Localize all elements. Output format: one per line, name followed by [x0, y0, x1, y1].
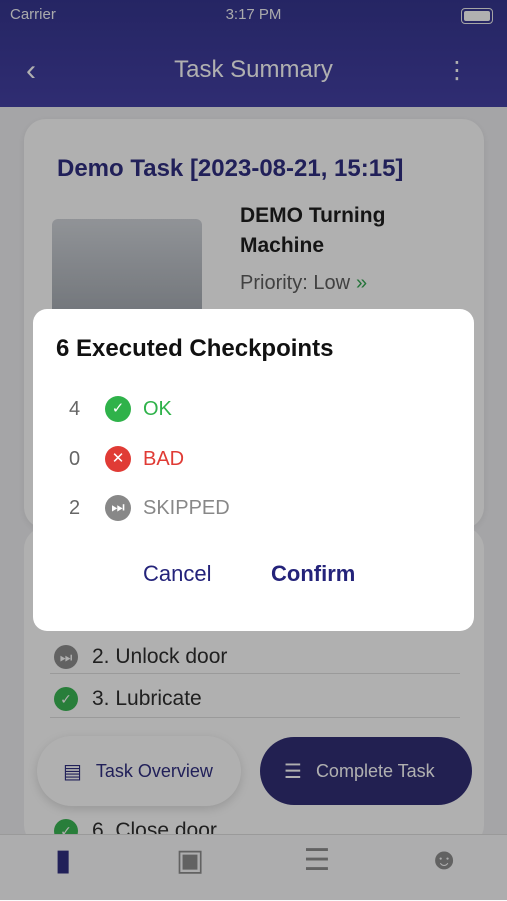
ok-label: OK [143, 397, 172, 420]
skip-icon: ⏭ [105, 495, 131, 521]
ok-count: 4 [69, 397, 81, 420]
ok-row: 4 ✓ OK [69, 396, 172, 422]
check-icon: ✓ [105, 396, 131, 422]
confirm-button[interactable]: Confirm [271, 561, 355, 587]
bad-label: BAD [143, 447, 185, 470]
cancel-button[interactable]: Cancel [143, 561, 211, 587]
bad-row: 0 ✕ BAD [69, 446, 184, 472]
dialog-title: 6 Executed Checkpoints [56, 335, 334, 362]
cross-icon: ✕ [105, 446, 131, 472]
skipped-row: 2 ⏭ SKIPPED [69, 495, 230, 521]
skipped-count: 2 [69, 496, 81, 519]
checkpoints-dialog: 6 Executed Checkpoints 4 ✓ OK 0 ✕ BAD 2 … [33, 309, 474, 631]
modal-overlay[interactable]: 6 Executed Checkpoints 4 ✓ OK 0 ✕ BAD 2 … [0, 0, 507, 900]
bad-count: 0 [69, 447, 81, 470]
skipped-label: SKIPPED [143, 496, 230, 519]
